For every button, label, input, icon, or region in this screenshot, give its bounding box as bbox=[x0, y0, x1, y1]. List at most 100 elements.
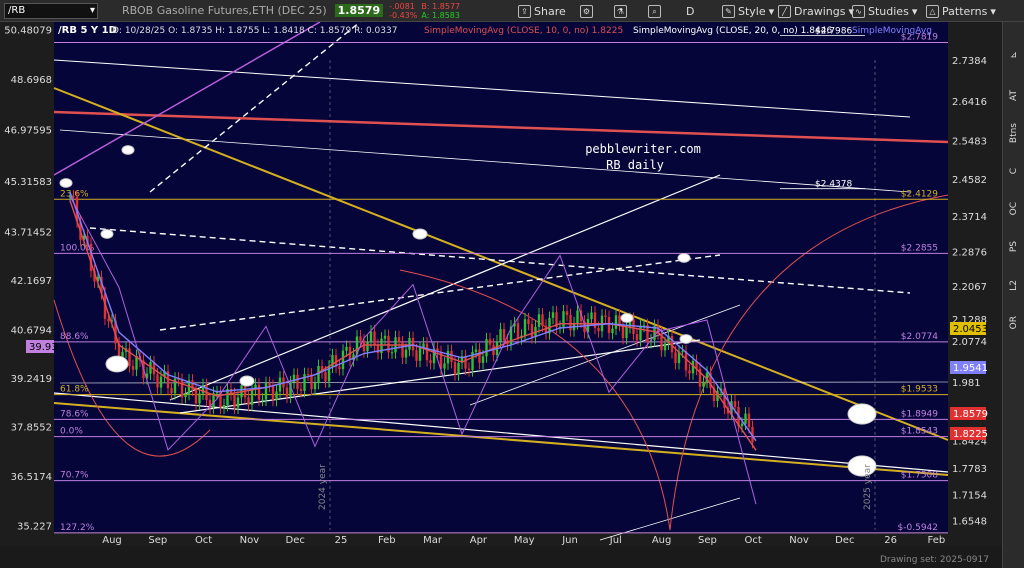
sidebar-item-l2[interactable]: L2 bbox=[1003, 272, 1024, 298]
candle-body bbox=[502, 329, 506, 341]
sidebar-item-or[interactable]: OR bbox=[1003, 310, 1024, 336]
candle-body bbox=[184, 393, 187, 398]
candle-body bbox=[625, 326, 628, 339]
candle-body bbox=[663, 343, 667, 351]
style-dropdown-icon: ▾ bbox=[768, 4, 775, 18]
candle-body bbox=[740, 423, 744, 427]
patterns-dropdown-icon: ▾ bbox=[990, 4, 996, 18]
flask-button[interactable]: ⚗ bbox=[614, 2, 627, 20]
sidebar-item-c[interactable]: C bbox=[1003, 158, 1024, 184]
x-axis-tick: Sep bbox=[148, 535, 167, 546]
annotation-circle[interactable] bbox=[100, 229, 114, 239]
fib-level-pct: 70.7% bbox=[60, 471, 89, 481]
symbol-dropdown-icon[interactable]: ▾ bbox=[90, 5, 95, 16]
style-icon: ✎ bbox=[722, 4, 735, 18]
right-axis-tick: 2.0774 bbox=[952, 337, 987, 348]
left-badge: 39.93 bbox=[29, 342, 58, 353]
x-axis-tick: 26 bbox=[884, 535, 897, 546]
left-axis-tick: 42.1697 bbox=[11, 276, 52, 287]
candle-body bbox=[450, 350, 453, 363]
studies-icon: ∿ bbox=[852, 4, 865, 18]
candle-body bbox=[604, 315, 607, 317]
candle-body bbox=[443, 363, 446, 369]
year-label: 2025 year bbox=[863, 464, 873, 510]
share-icon: ⇪ bbox=[518, 4, 531, 18]
candle-body bbox=[156, 374, 159, 388]
candle-body bbox=[408, 338, 411, 350]
candle-body bbox=[635, 334, 639, 341]
candle-body bbox=[366, 341, 369, 352]
candle-body bbox=[618, 315, 621, 326]
candle-body bbox=[467, 368, 471, 371]
search-icon: ⌕ bbox=[648, 4, 661, 18]
annotation-circle[interactable] bbox=[620, 313, 634, 323]
candle-body bbox=[264, 383, 268, 400]
candle-body bbox=[415, 350, 418, 361]
x-axis-tick: Jun bbox=[561, 535, 578, 546]
candle-body bbox=[338, 366, 341, 370]
settings-button[interactable]: ⚙ bbox=[580, 2, 593, 20]
patterns-button[interactable]: △ Patterns ▾ bbox=[926, 2, 996, 20]
sidebar-item-ps[interactable]: PS bbox=[1003, 234, 1024, 260]
share-button[interactable]: ⇪ Share bbox=[518, 2, 566, 20]
candle-body bbox=[271, 385, 275, 400]
sidebar-item-label: OR bbox=[1009, 316, 1019, 330]
search-button[interactable]: ⌕ bbox=[648, 2, 661, 20]
x-axis-tick: Aug bbox=[102, 535, 122, 546]
candle-body bbox=[268, 383, 271, 386]
x-axis-tick: 25 bbox=[335, 535, 348, 546]
toolbar: /RB ▾ RBOB Gasoline Futures,ETH (DEC 25) … bbox=[0, 0, 1024, 22]
drawings-button[interactable]: ╱ Drawings ▾ bbox=[778, 2, 854, 20]
annotation-circle[interactable] bbox=[677, 253, 691, 263]
annotation-circle[interactable] bbox=[679, 334, 693, 344]
candle-body bbox=[481, 356, 485, 363]
sma10-badge: 1.8225 bbox=[953, 429, 988, 440]
candle-body bbox=[299, 389, 303, 391]
candle-body bbox=[131, 366, 135, 370]
left-axis-tick: 36.5174 bbox=[11, 472, 52, 483]
candle-body bbox=[565, 311, 569, 315]
candle-body bbox=[488, 339, 492, 345]
annotation-circle[interactable] bbox=[105, 355, 129, 373]
symbol-input[interactable]: /RB ▾ bbox=[4, 2, 98, 19]
sidebar-item-oc[interactable]: OC bbox=[1003, 196, 1024, 222]
timeframe-button[interactable]: D bbox=[686, 2, 694, 20]
watermark-title: RB daily bbox=[606, 158, 664, 172]
studies-button[interactable]: ∿ Studies ▾ bbox=[852, 2, 917, 20]
last-price: 1.8579 bbox=[334, 4, 384, 17]
candle-body bbox=[425, 343, 429, 361]
candle-body bbox=[369, 331, 373, 342]
candle-body bbox=[562, 311, 565, 327]
sidebar-item-btns[interactable]: Btns bbox=[1003, 120, 1024, 146]
annotation-circle[interactable] bbox=[412, 228, 428, 240]
right-axis-tick: 1.981 bbox=[952, 378, 981, 389]
annotation-circle[interactable] bbox=[59, 178, 73, 188]
fib-level-value: $2.2855 bbox=[901, 243, 938, 253]
candle-body bbox=[485, 339, 488, 357]
x-axis-tick: Aug bbox=[652, 535, 672, 546]
candle-body bbox=[516, 323, 520, 339]
annotation-circle[interactable] bbox=[847, 403, 877, 425]
annotation-circle[interactable] bbox=[239, 375, 255, 387]
price-badge: 2.0453 bbox=[953, 324, 988, 335]
sidebar-item-at[interactable]: AT bbox=[1003, 82, 1024, 108]
candle-body bbox=[614, 315, 618, 329]
sidebar-item-pin[interactable]: ⊾ bbox=[1003, 42, 1024, 68]
x-axis-tick: Dec bbox=[835, 535, 854, 546]
candle-body bbox=[702, 381, 705, 387]
candle-body bbox=[523, 319, 527, 336]
annotation-circle[interactable] bbox=[121, 145, 135, 155]
right-axis-tick: 1.7783 bbox=[952, 464, 987, 475]
fib-level-pct: 0.0% bbox=[60, 427, 83, 437]
price-chart[interactable]: $2.781923.6% $2.4129100.0% $2.285588.6% $2.… bbox=[0, 22, 1024, 568]
candle-body bbox=[684, 351, 688, 371]
right-axis-tick: 2.2876 bbox=[952, 248, 987, 259]
style-button[interactable]: ✎ Style ▾ bbox=[722, 2, 774, 20]
candle-body bbox=[236, 397, 240, 408]
candle-body bbox=[404, 349, 408, 358]
fib-level-value: $1.9533 bbox=[901, 385, 938, 395]
candle-body bbox=[233, 394, 236, 408]
x-axis-tick: Jul bbox=[609, 535, 622, 546]
right-axis-tick: 1.6548 bbox=[952, 516, 987, 527]
candle-body bbox=[674, 352, 677, 364]
